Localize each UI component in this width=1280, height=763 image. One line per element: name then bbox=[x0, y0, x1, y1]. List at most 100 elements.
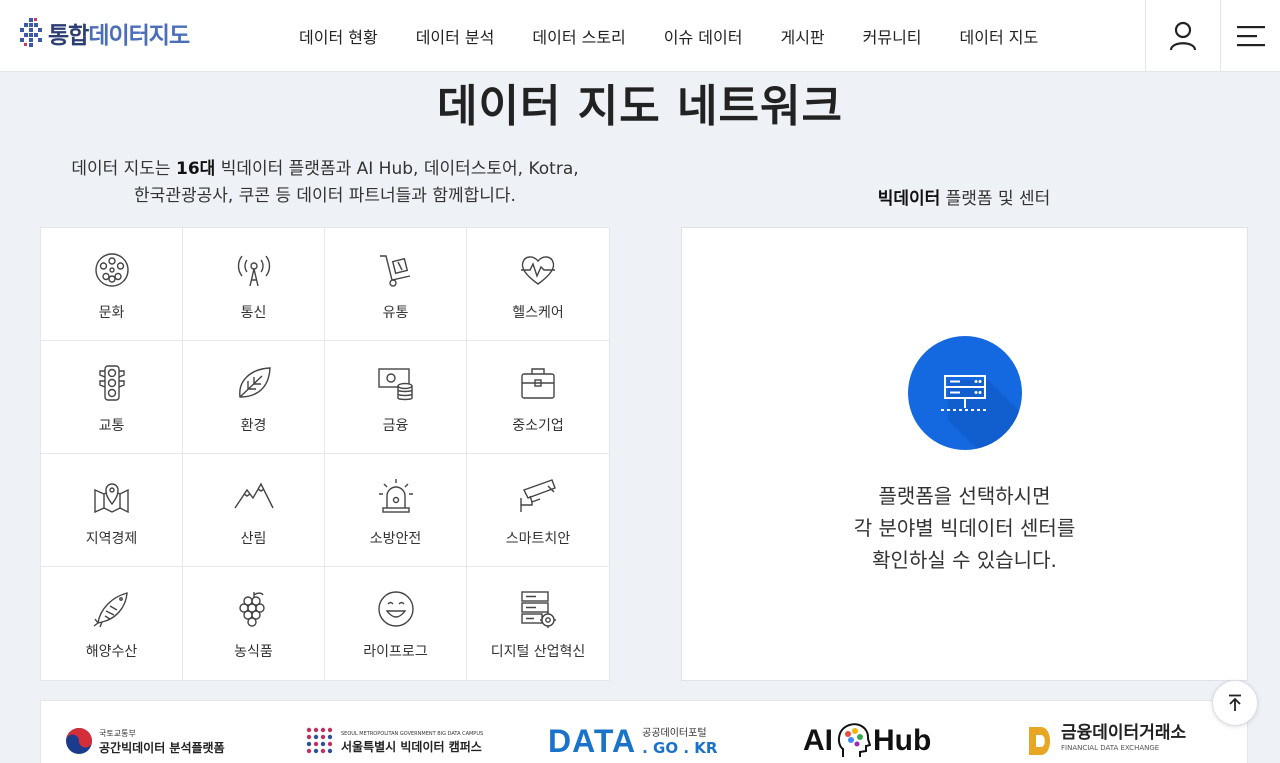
nav-data-analysis[interactable]: 데이터 분석 bbox=[416, 24, 495, 48]
platform-finance[interactable]: 금융 bbox=[325, 341, 467, 454]
broadcast-icon bbox=[237, 255, 270, 287]
nav-data-story[interactable]: 데이터 스토리 bbox=[532, 24, 625, 48]
user-button[interactable] bbox=[1145, 0, 1220, 72]
intro-line1-post: 빅데이터 플랫폼과 AI Hub, 데이터스토어, Kotra, bbox=[215, 159, 579, 179]
partner-logos: 국토교통부 공간빅데이터 분석플랫폼 SEOUL METROPOLITAN GO… bbox=[40, 700, 1248, 763]
platform-digital-industry[interactable]: 디지털 산업혁신 bbox=[467, 567, 609, 680]
logo-mark-icon bbox=[20, 18, 42, 47]
platform-smart-police[interactable]: 스마트치안 bbox=[467, 454, 609, 567]
cctv-camera-icon bbox=[520, 479, 556, 512]
heart-pulse-icon bbox=[521, 256, 555, 285]
platform-info-text: 플랫폼을 선택하시면 각 분야별 빅데이터 센터를 확인하실 수 있습니다. bbox=[682, 480, 1247, 576]
seoul-dots-icon bbox=[306, 727, 333, 754]
platform-environment[interactable]: 환경 bbox=[183, 341, 325, 454]
platform-label: 유통 bbox=[382, 305, 409, 321]
fin-data-small: FINANCIAL DATA EXCHANGE bbox=[1061, 744, 1160, 752]
smile-face-icon bbox=[377, 591, 414, 627]
hamburger-menu-icon bbox=[1236, 26, 1265, 47]
platform-label: 라이프로그 bbox=[363, 644, 428, 660]
data-go-kr-domain: . GO . KR bbox=[642, 739, 718, 757]
platform-label: 환경 bbox=[240, 418, 267, 434]
molit-small: 국토교통부 bbox=[99, 729, 136, 738]
platform-label: 헬스케어 bbox=[512, 305, 564, 321]
platform-fire-safety[interactable]: 소방안전 bbox=[325, 454, 467, 567]
site-logo[interactable]: 통합데이터지도 bbox=[20, 16, 190, 50]
user-icon bbox=[1169, 21, 1197, 51]
money-coins-icon bbox=[377, 368, 413, 401]
platform-label: 지역경제 bbox=[85, 531, 138, 547]
platform-ocean-fisheries[interactable]: 해양수산 bbox=[41, 567, 183, 680]
nav-issue-data[interactable]: 이슈 데이터 bbox=[664, 24, 743, 48]
server-network-icon bbox=[941, 375, 1022, 450]
partner-data-go-kr[interactable]: DATA 공공데이터포털 . GO . KR bbox=[548, 719, 717, 763]
hand-truck-icon bbox=[379, 255, 410, 287]
platform-traffic[interactable]: 교통 bbox=[41, 341, 183, 454]
info-line2: 각 분야별 빅데이터 센터를 bbox=[853, 516, 1076, 540]
logo-main: 통합 bbox=[48, 23, 89, 49]
partner-ai-hub[interactable]: AI Hub bbox=[803, 719, 931, 763]
info-line3: 확인하실 수 있습니다. bbox=[872, 548, 1057, 572]
platform-label: 통신 bbox=[240, 305, 267, 321]
platform-sme[interactable]: 중소기업 bbox=[467, 341, 609, 454]
ai-hub-ai: AI bbox=[803, 724, 833, 757]
server-network-icon-circle bbox=[908, 336, 1022, 450]
fin-data-name: 금융데이터거래소 bbox=[1061, 723, 1187, 743]
platform-lifelog[interactable]: 라이프로그 bbox=[325, 567, 467, 680]
platform-label: 소방안전 bbox=[369, 531, 422, 547]
logo-text: 통합데이터지도 bbox=[48, 16, 190, 50]
platform-distribution[interactable]: 유통 bbox=[325, 228, 467, 341]
platform-label: 스마트치안 bbox=[505, 531, 571, 547]
grapes-icon bbox=[238, 592, 265, 627]
intro-line1-pre: 데이터 지도는 bbox=[71, 159, 176, 179]
nav-board[interactable]: 게시판 bbox=[780, 24, 824, 48]
partner-seoul-bigdata[interactable]: SEOUL METROPOLITAN GOVERNMENT BIG DATA C… bbox=[305, 719, 483, 763]
platform-forest[interactable]: 산림 bbox=[183, 454, 325, 567]
platform-label: 교통 bbox=[98, 418, 125, 434]
leaf-icon bbox=[238, 367, 271, 398]
panel-title: 빅데이터 플랫폼 및 센터 bbox=[681, 184, 1247, 209]
molit-text: 국토교통부 공간빅데이터 분석플랫폼 bbox=[99, 727, 225, 755]
platform-regional-economy[interactable]: 지역경제 bbox=[41, 454, 183, 567]
map-pin-icon bbox=[93, 483, 129, 514]
platform-telecom[interactable]: 통신 bbox=[183, 228, 325, 341]
logo-sub: 데이터지도 bbox=[88, 23, 190, 49]
server-gear-icon bbox=[521, 591, 556, 628]
panel-title-rest: 플랫폼 및 센터 bbox=[940, 189, 1051, 209]
nav-data-map[interactable]: 데이터 지도 bbox=[960, 24, 1039, 48]
platform-culture[interactable]: 문화 bbox=[41, 228, 183, 341]
platform-label: 금융 bbox=[382, 418, 409, 434]
intro-line1-bold: 16대 bbox=[175, 159, 216, 179]
nav-data-status[interactable]: 데이터 현황 bbox=[299, 24, 378, 48]
film-reel-icon bbox=[94, 253, 129, 287]
platform-label: 디지털 산업혁신 bbox=[490, 644, 586, 660]
nav-community[interactable]: 커뮤니티 bbox=[863, 24, 922, 48]
site-header: 통합데이터지도 데이터 현황 데이터 분석 데이터 스토리 이슈 데이터 게시판… bbox=[0, 0, 1280, 72]
partner-financial-data-exchange[interactable]: 금융데이터거래소 FINANCIAL DATA EXCHANGE bbox=[1027, 719, 1186, 763]
traffic-light-icon bbox=[98, 365, 125, 401]
platform-label: 문화 bbox=[98, 305, 125, 321]
info-line1: 플랫폼을 선택하시면 bbox=[878, 484, 1051, 508]
menu-button[interactable] bbox=[1220, 0, 1280, 72]
siren-icon bbox=[378, 479, 413, 513]
partner-molit[interactable]: 국토교통부 공간빅데이터 분석플랫폼 bbox=[65, 719, 225, 763]
platform-label: 해양수산 bbox=[85, 644, 138, 660]
data-go-kr-text: 공공데이터포털 . GO . KR bbox=[642, 726, 717, 756]
fin-data-text: 금융데이터거래소 FINANCIAL DATA EXCHANGE bbox=[1061, 723, 1187, 756]
platform-label: 농식품 bbox=[234, 644, 273, 660]
data-go-kr-main: DATA bbox=[548, 722, 637, 759]
platform-grid: 문화 통신 유통 헬스케어 교통 환경 금융 중소기업 지역경제 산림 소방안전… bbox=[40, 227, 610, 681]
brain-head-icon bbox=[837, 723, 871, 757]
briefcase-icon bbox=[521, 368, 555, 399]
seoul-name: 서울특별시 빅데이터 캠퍼스 bbox=[341, 740, 482, 754]
panel-title-bold: 빅데이터 bbox=[877, 189, 941, 209]
platform-label: 중소기업 bbox=[512, 418, 564, 434]
arrow-up-icon bbox=[1229, 694, 1241, 711]
page-title: 데이터 지도 네트워크 bbox=[437, 81, 843, 132]
platform-healthcare[interactable]: 헬스케어 bbox=[467, 228, 609, 341]
ai-hub-hub: Hub bbox=[873, 724, 932, 757]
seoul-text: SEOUL METROPOLITAN GOVERNMENT BIG DATA C… bbox=[341, 728, 483, 754]
platform-info-panel: 플랫폼을 선택하시면 각 분야별 빅데이터 센터를 확인하실 수 있습니다. bbox=[681, 227, 1248, 681]
intro-line2: 한국관광공사, 쿠콘 등 데이터 파트너들과 함께합니다. bbox=[134, 186, 516, 206]
platform-agrifood[interactable]: 농식품 bbox=[183, 567, 325, 680]
scroll-to-top-button[interactable] bbox=[1212, 680, 1258, 726]
